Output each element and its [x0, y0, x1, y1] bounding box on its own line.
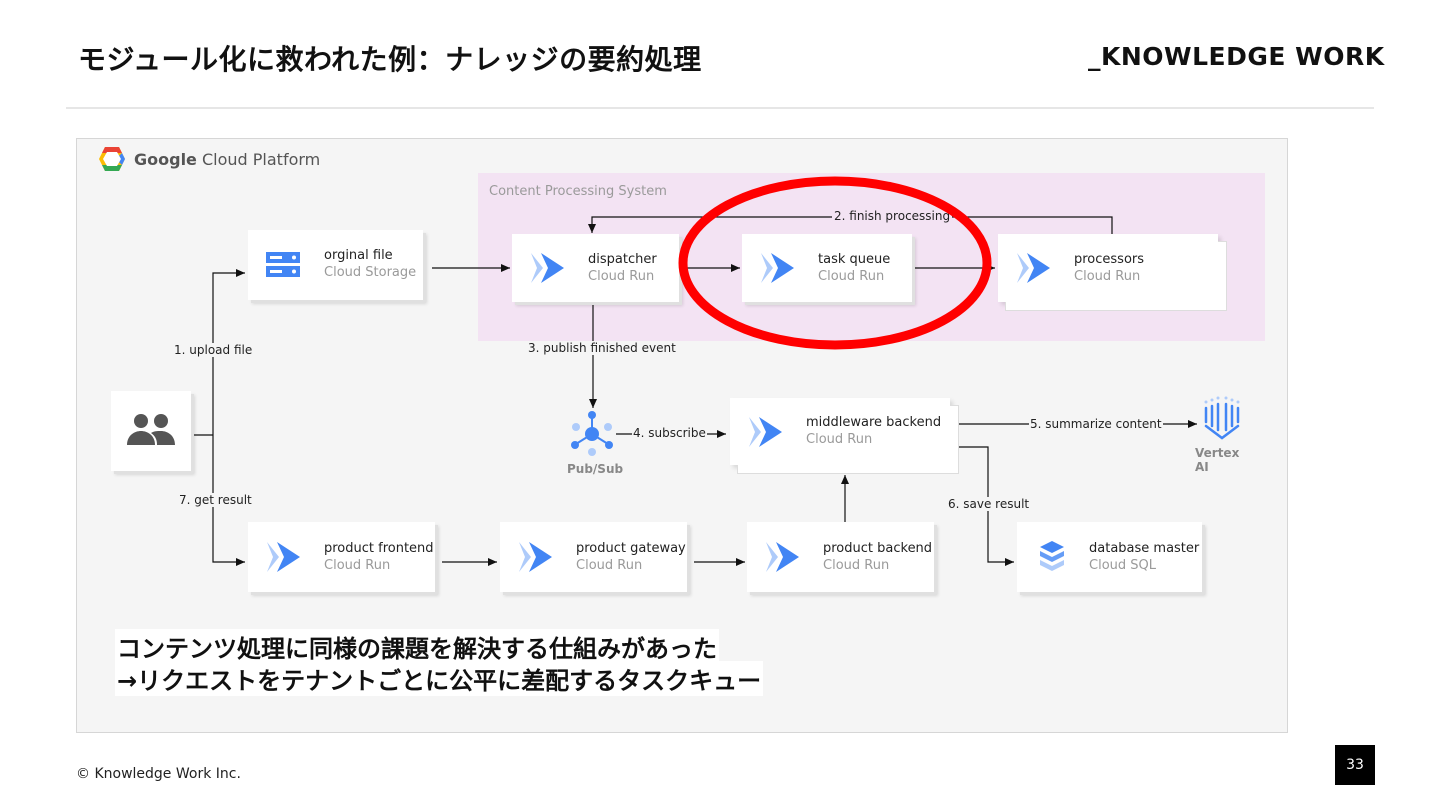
- node-sub: Cloud Run: [588, 269, 655, 284]
- node-sub: Cloud Run: [324, 558, 391, 573]
- edge-label-publish: 3. publish finished event: [526, 341, 678, 355]
- node-database-master: database master Cloud SQL: [1017, 522, 1202, 592]
- node-sub: Cloud Run: [576, 558, 643, 573]
- users-node: [111, 391, 191, 471]
- node-sub: Cloud Run: [823, 558, 890, 573]
- node-name: product gateway: [576, 541, 686, 556]
- copyright: © Knowledge Work Inc.: [76, 766, 241, 782]
- node-name: product backend: [823, 541, 933, 556]
- node-sub: Cloud Run: [806, 432, 873, 447]
- storage-icon: [266, 252, 300, 277]
- caption-line-1: コンテンツ処理に同様の課題を解決する仕組みがあった: [115, 629, 719, 664]
- cloud-run-icon: [766, 542, 799, 572]
- node-sub: Cloud Storage: [324, 265, 417, 280]
- vertex-ai-icon: [1204, 396, 1240, 440]
- cloud-run-icon: [519, 542, 552, 572]
- caption-line-2: →リクエストをテナントごとに公平に差配するタスクキュー: [115, 661, 764, 696]
- node-name: Pub/Sub: [567, 462, 624, 476]
- node-name: middleware backend: [806, 415, 942, 430]
- cloud-run-icon: [267, 542, 300, 572]
- node-name: task queue: [818, 252, 891, 267]
- node-product-gateway: product gateway Cloud Run: [500, 522, 687, 592]
- users-icon: [127, 414, 175, 445]
- node-name: product frontend: [324, 541, 434, 556]
- node-name: Vertex AI: [1195, 446, 1240, 474]
- node-product-backend: product backend Cloud Run: [747, 522, 934, 592]
- page-number: 33: [1335, 745, 1375, 785]
- pubsub-icon: [571, 411, 613, 456]
- node-pubsub: Pub/Sub: [566, 408, 624, 478]
- node-sub: Cloud SQL: [1089, 558, 1156, 573]
- node-name: processors: [1074, 252, 1145, 267]
- edge-label-get: 7. get result: [179, 493, 252, 507]
- node-product-frontend: product frontend Cloud Run: [248, 522, 435, 592]
- cloud-run-icon: [749, 416, 782, 447]
- edge-label-save: 6. save result: [948, 497, 1030, 511]
- cloud-run-icon: [761, 253, 794, 283]
- node-name: orginal file: [324, 248, 393, 263]
- edge-label-summarize: 5. summarize content: [1029, 417, 1163, 431]
- node-name: database master: [1089, 541, 1200, 556]
- node-original-file: orginal file Cloud Storage: [248, 230, 423, 300]
- edge-label-upload: 1. upload file: [174, 343, 253, 357]
- node-middleware-backend: middleware backend Cloud Run: [730, 398, 950, 465]
- cloud-run-icon: [1017, 253, 1050, 283]
- node-task-queue: task queue Cloud Run: [742, 234, 912, 302]
- edge-label-subscribe: 4. subscribe: [632, 426, 707, 440]
- cloud-run-icon: [531, 253, 564, 283]
- cloud-sql-icon: [1040, 541, 1064, 571]
- node-name: dispatcher: [588, 252, 657, 267]
- node-processors: processors Cloud Run: [998, 234, 1218, 302]
- node-sub: Cloud Run: [818, 269, 885, 284]
- node-dispatcher: dispatcher Cloud Run: [512, 234, 679, 302]
- node-vertex-ai: Vertex AI: [1192, 394, 1256, 474]
- edge-label-finish: 2. finish processing: [832, 209, 953, 223]
- node-sub: Cloud Run: [1074, 269, 1141, 284]
